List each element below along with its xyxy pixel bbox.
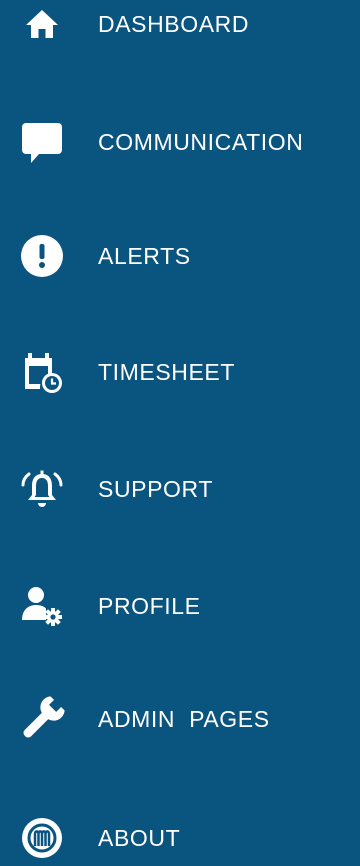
nav-item-support[interactable]: SUPPORT xyxy=(0,461,360,517)
nav-item-timesheet[interactable]: TIMESHEET xyxy=(0,344,360,400)
calendar-clock-icon xyxy=(16,346,68,398)
brand-logo-icon xyxy=(16,812,68,864)
home-icon xyxy=(16,0,68,50)
nav-label-alerts: ALERTS xyxy=(98,242,191,269)
user-settings-icon xyxy=(16,580,68,632)
nav-item-admin-pages[interactable]: ADMIN PAGES xyxy=(0,691,360,747)
alert-circle-icon xyxy=(16,230,68,282)
nav-label-profile: PROFILE xyxy=(98,592,201,619)
wrench-icon xyxy=(16,693,68,745)
nav-label-timesheet: TIMESHEET xyxy=(98,358,236,385)
nav-item-dashboard[interactable]: DASHBOARD xyxy=(0,0,360,52)
bell-ringing-icon xyxy=(16,463,68,515)
side-navigation-menu: DASHBOARD COMMUNICATION ALERTS TIMESHEET… xyxy=(0,0,360,864)
chat-bubble-icon xyxy=(16,116,68,168)
nav-item-profile[interactable]: PROFILE xyxy=(0,578,360,634)
nav-item-about[interactable]: ABOUT xyxy=(0,810,360,866)
nav-label-communication: COMMUNICATION xyxy=(98,128,304,155)
nav-label-about: ABOUT xyxy=(98,824,181,851)
nav-item-alerts[interactable]: ALERTS xyxy=(0,228,360,284)
nav-label-admin-pages: ADMIN PAGES xyxy=(98,705,270,732)
nav-label-dashboard: DASHBOARD xyxy=(98,10,250,37)
nav-item-communication[interactable]: COMMUNICATION xyxy=(0,114,360,170)
nav-label-support: SUPPORT xyxy=(98,475,213,502)
